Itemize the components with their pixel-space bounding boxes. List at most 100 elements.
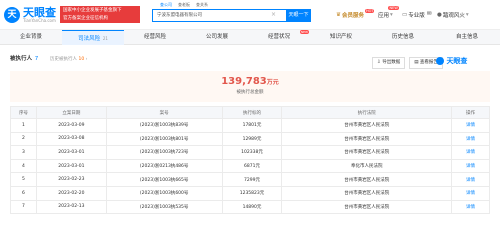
export-button[interactable]: ⇩ 导出数据	[372, 57, 406, 69]
cell-date: 2023-02-23	[35, 172, 107, 187]
top-bar: 天 天眼查 TianYanCha.com 国家中小企业发展子基金旗下 官方备案企…	[0, 0, 500, 30]
total-amount-unit: 万元	[266, 79, 279, 86]
detail-link[interactable]: 详情	[451, 118, 490, 133]
tab-background[interactable]: 企业背景	[0, 30, 62, 45]
cell-date: 2023-03-09	[35, 118, 107, 133]
cell-index: 3	[10, 145, 37, 160]
table-row: 1 2023-03-09 (2023)浙1003执839号 17801元 台州市…	[10, 118, 490, 133]
tab-label: 自主信息	[455, 34, 478, 40]
certification-badge: 国家中小企业发展子基金旗下 官方备案企业征信机构	[60, 6, 140, 23]
history-label: 历史被执行人	[50, 57, 78, 62]
cell-amount: 102338元	[221, 145, 283, 160]
pro-link[interactable]: ▭ 专业版	[402, 11, 425, 19]
logo-icon: 天	[4, 7, 20, 23]
pro-label: 专业版	[408, 13, 425, 19]
cell-court: 台州市黄岩区人民法院	[281, 199, 453, 215]
app-label: 应用	[378, 13, 390, 19]
tab-ip[interactable]: 知识产权	[310, 30, 372, 45]
cell-date: 2023-02-20	[35, 185, 107, 201]
search-type-tabs: 查公司 查老板 查关系	[160, 2, 208, 8]
tab-label: 知识产权	[329, 34, 352, 40]
tab-history[interactable]: 历史信息	[372, 30, 434, 45]
column-header-case: 案号	[105, 106, 223, 119]
dimension-tabs: 企业背景 司法风险 21 经营风险 公司发展 经营状况 NEW 知识产权 历史信…	[0, 30, 500, 45]
history-count: 10	[78, 57, 85, 62]
section-actions: ⇩ 导出数据 ▤ 查看报告	[372, 57, 443, 69]
search-button[interactable]: 天眼一下	[286, 9, 311, 22]
badge-line-1: 国家中小企业发展子基金旗下	[63, 8, 122, 13]
cell-index: 1	[10, 118, 37, 133]
tab-label: 企业背景	[19, 34, 42, 40]
crown-icon: ♛	[336, 12, 341, 18]
total-amount: 139,783万元	[10, 76, 490, 87]
table-row: 5 2023-02-23 (2023)浙1003执665号 7299元 台州市黄…	[10, 172, 490, 187]
vip-link[interactable]: ♛ 会员服务 HOT	[336, 9, 375, 19]
cell-index: 5	[10, 172, 37, 187]
export-label: 导出数据	[382, 60, 401, 65]
tab-label: 经营风险	[143, 34, 166, 40]
vip-label: 会员服务	[341, 13, 364, 19]
column-header-index: 序号	[10, 106, 37, 119]
badge-line-2: 官方备案企业征信机构	[63, 16, 108, 21]
logo-text: 天眼查 TianYanCha.com	[23, 7, 56, 23]
monitor-icon: ▭	[402, 12, 408, 18]
detail-link[interactable]: 详情	[451, 172, 490, 187]
cell-date: 2023-03-01	[35, 145, 107, 160]
search-input[interactable]: 宁波东盟电器有限公司	[152, 9, 286, 22]
chevron-down-icon: ▾	[465, 12, 469, 18]
cell-case: (2023)浙1003执600号	[105, 185, 223, 201]
table-row: 7 2023-02-13 (2023)浙1003执535号 14890元 台州市…	[10, 199, 490, 215]
app-link[interactable]: 应用 ▾ NEW	[378, 6, 399, 19]
brand-name: 天眼查	[446, 57, 468, 65]
tab-operating-status[interactable]: 经营状况 NEW	[248, 30, 310, 45]
table-row: 6 2023-02-20 (2023)浙1003执600号 1235823元 台…	[10, 185, 490, 201]
search-tab-company[interactable]: 查公司	[160, 2, 172, 8]
cell-index: 4	[10, 158, 37, 174]
tab-self-info[interactable]: 自主信息	[434, 30, 500, 45]
download-icon: ⇩	[377, 60, 381, 65]
tab-judicial-risk[interactable]: 司法风险 21	[62, 30, 124, 45]
cell-court: 奉化市人民法院	[281, 158, 453, 174]
cell-court: 台州市黄岩区人民法院	[281, 145, 453, 160]
table-row: 4 2023-03-01 (2023)浙0213执486号 6871元 奉化市人…	[10, 158, 490, 174]
new-badge: NEW	[388, 6, 399, 10]
cell-case: (2023)浙1003执535号	[105, 199, 223, 215]
history-link[interactable]: 历史被执行人 10 ›	[50, 57, 87, 62]
cell-court: 台州市黄岩区人民法院	[281, 118, 453, 133]
cell-date: 2023-02-13	[35, 199, 107, 215]
cell-date: 2023-03-08	[35, 131, 107, 147]
column-header-amount: 执行标的	[221, 106, 283, 119]
message-icon[interactable]: ✉	[427, 11, 432, 17]
cell-court: 台州市黄岩区人民法院	[281, 185, 453, 201]
cell-amount: 1235823元	[221, 185, 283, 201]
cell-amount: 6871元	[221, 158, 283, 174]
detail-link[interactable]: 详情	[451, 158, 490, 174]
cell-case: (2023)浙1003执723号	[105, 145, 223, 160]
tab-operating-risk[interactable]: 经营风险	[124, 30, 186, 45]
new-badge: NEW	[299, 30, 309, 34]
total-amount-value: 139,783	[221, 76, 267, 87]
tab-label: 司法风险	[78, 36, 101, 42]
search-tab-relation[interactable]: 查关系	[196, 2, 208, 8]
search-tab-boss[interactable]: 查老板	[178, 2, 190, 8]
total-amount-label: 被执行总金额	[236, 90, 264, 95]
detail-link[interactable]: 详情	[451, 185, 490, 201]
detail-link[interactable]: 详情	[451, 131, 490, 147]
table-row: 3 2023-03-01 (2023)浙1003执723号 102338元 台州…	[10, 145, 490, 160]
cell-case: (2023)浙0213执486号	[105, 158, 223, 174]
cell-amount: 7299元	[221, 172, 283, 187]
tab-count: 21	[102, 36, 108, 41]
user-menu[interactable]: ● 踏观风火 ▾	[437, 11, 469, 19]
logo-name: 天眼查	[23, 6, 56, 19]
tab-label: 经营状况	[267, 34, 290, 40]
document-icon: ▤	[414, 60, 419, 65]
logo[interactable]: 天 天眼查 TianYanCha.com	[4, 6, 56, 24]
cell-case: (2023)浙1003执801号	[105, 131, 223, 147]
detail-link[interactable]: 详情	[451, 199, 490, 215]
hot-badge: HOT	[364, 9, 375, 13]
detail-link[interactable]: 详情	[451, 145, 490, 160]
section-header: 被执行人 7 历史被执行人 10 ›	[10, 54, 87, 62]
user-name: 踏观风火	[442, 13, 465, 19]
clear-icon[interactable]: ×	[271, 11, 276, 18]
tab-development[interactable]: 公司发展	[186, 30, 248, 45]
